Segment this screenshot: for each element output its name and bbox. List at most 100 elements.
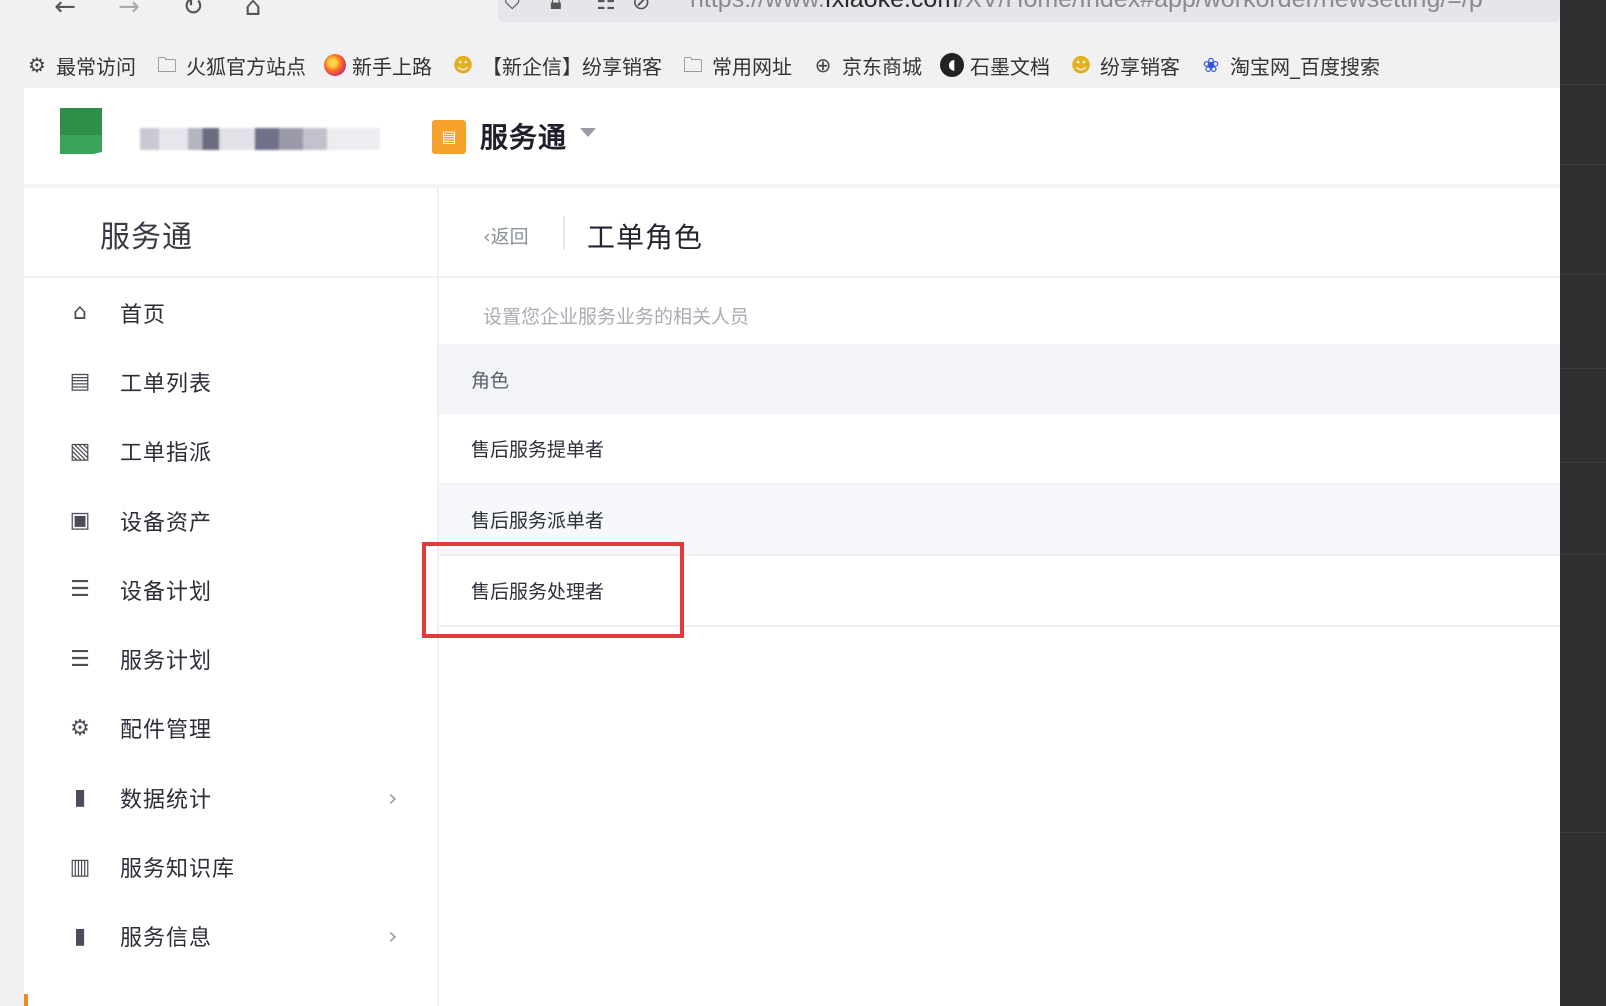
book-icon: ▥ [69, 854, 91, 880]
bookmark-item[interactable]: ☻ 【新企信】纷享销客 [450, 51, 662, 80]
folder-icon: 🗀 [683, 53, 703, 77]
url-bar[interactable]: ⛉ 🔒︎ ☷ ⊘ https://www.fxiaoke.com/XV/Home… [498, 0, 1560, 22]
sidebar-item[interactable]: ⌂ 首页 [24, 278, 437, 347]
app-window: ▤ 服务通 服务通 ⌂ 首页 ▤ 工单列表 ▧ 工单指派 ▣ 设备资产 ☰ 设备计划 ☰ 服务计划 ⚙ 配… [24, 88, 1560, 1006]
gear-icon: ⚙ [28, 53, 46, 77]
tracking-icon[interactable]: ⊘ [632, 0, 650, 15]
back-label: 返回 [490, 226, 529, 248]
firefox-icon [324, 54, 346, 76]
url-domain: fxiaoke.com [825, 0, 958, 13]
sidebar-item-label: 服务计划 [120, 649, 213, 675]
company-name-blurred [140, 128, 380, 150]
bookmark-label: 淘宝网_百度搜索 [1230, 54, 1380, 79]
shimo-icon: ◖ [940, 53, 964, 77]
company-logo[interactable] [60, 108, 102, 162]
active-indicator [24, 994, 28, 1006]
bookmark-item[interactable]: ◖ 石墨文档 [940, 51, 1050, 80]
bookmark-label: 石墨文档 [970, 54, 1050, 79]
sidebar-item-label: 服务知识库 [120, 857, 236, 883]
strip-divider [1560, 164, 1606, 165]
sidebar-menu: ⌂ 首页 ▤ 工单列表 ▧ 工单指派 ▣ 设备资产 ☰ 设备计划 ☰ 服务计划 ⚙ 配件管理 ▮ 数据统计 › ▥… [24, 278, 437, 971]
sidebar-item-label: 设备资产 [120, 510, 213, 536]
lock-icon[interactable]: 🔒︎ [550, 0, 562, 15]
sidebar-item[interactable]: ☰ 服务计划 [24, 624, 437, 693]
sidebar-item[interactable]: ⚙ 配件管理 [24, 694, 437, 763]
sidebar-title: 服务通 [100, 220, 193, 255]
column-header-role: 角色 [471, 369, 510, 392]
mascot-icon: ☻ [1070, 53, 1092, 77]
device-card-icon: ▣ [69, 508, 91, 534]
page-title: 工单角色 [587, 221, 704, 254]
app-header: ▤ 服务通 [24, 88, 1560, 188]
bookmark-label: 火狐官方站点 [186, 54, 306, 79]
bookmark-label: 常用网址 [712, 54, 792, 79]
sidebar-item[interactable]: ▮ 数据统计 › [24, 763, 437, 832]
back-link[interactable]: ‹返回 [483, 222, 529, 249]
sidebar-item-label: 配件管理 [120, 718, 213, 744]
bookmark-label: 最常访问 [56, 54, 136, 79]
bookmarks-bar: ⚙ 最常访问 🗀 火狐官方站点 新手上路 ☻ 【新企信】纷享销客 🗀 常用网址 ⊕ 京东商… [24, 44, 1560, 86]
chevron-down-icon[interactable] [580, 128, 596, 137]
sidebar-item[interactable]: ▮ 服务信息 › [24, 902, 437, 971]
sidebar-item-label: 首页 [120, 302, 167, 328]
sidebar-item-label: 设备计划 [120, 579, 213, 605]
bar-chart-icon: ▮ [73, 923, 87, 949]
table-row[interactable]: 售后服务提单者 [439, 414, 1560, 485]
bookmark-item[interactable]: ⊕ 京东商城 [810, 51, 922, 80]
home-icon: ⌂ [73, 300, 87, 326]
strip-divider [1560, 832, 1606, 833]
back-arrow-icon[interactable]: ← [48, 0, 82, 22]
bookmark-item[interactable]: 🗀 常用网址 [680, 51, 792, 80]
chevron-right-icon[interactable]: › [388, 784, 398, 812]
sidebar-item[interactable]: ▤ 工单列表 [24, 347, 437, 416]
permissions-icon[interactable]: ☷ [596, 0, 616, 15]
sidebar-item[interactable]: ▣ 设备资产 [24, 486, 437, 555]
folder-icon: 🗀 [157, 53, 177, 77]
plan-icon: ☰ [70, 577, 90, 603]
mascot-icon: ☻ [452, 53, 474, 77]
role-name: 售后服务提单者 [471, 439, 605, 461]
sidebar: 服务通 ⌂ 首页 ▤ 工单列表 ▧ 工单指派 ▣ 设备资产 ☰ 设备计划 ☰ 服务计划 ⚙ 配件管理 ▮ 数据… [24, 188, 439, 1006]
bookmark-label: 京东商城 [842, 54, 922, 79]
highlight-box [422, 542, 684, 638]
forward-arrow-icon[interactable]: → [112, 0, 146, 22]
sidebar-item[interactable]: ▥ 服务知识库 [24, 832, 437, 901]
bookmark-item[interactable]: ❀ 淘宝网_百度搜索 [1198, 51, 1380, 80]
bookmark-label: 【新企信】纷享销客 [482, 54, 662, 79]
page-hint: 设置您企业服务业务的相关人员 [483, 306, 750, 328]
shield-icon[interactable]: ⛉ [504, 0, 521, 15]
sidebar-item-label: 工单指派 [120, 441, 213, 467]
strip-divider [1560, 84, 1606, 85]
bookmark-label: 新手上路 [352, 54, 432, 79]
browser-nav-row: ← → ↻ ⌂ ⛉ 🔒︎ ☷ ⊘ https://www.fxiaoke.com… [0, 0, 1560, 30]
url-prefix: https://www. [690, 0, 825, 13]
product-name[interactable]: 服务通 [480, 116, 567, 156]
chevron-left-icon: ‹ [483, 226, 491, 248]
strip-divider [1560, 274, 1606, 275]
parts-icon: ⚙ [70, 715, 90, 741]
url-path: /XV/Home/Index#app/workorder/newsetting/… [958, 0, 1483, 13]
home-icon[interactable]: ⌂ [236, 0, 270, 22]
plan-icon: ☰ [70, 646, 90, 672]
bookmark-item[interactable]: ☻ 纷享销客 [1068, 51, 1180, 80]
chevron-right-icon[interactable]: › [388, 922, 398, 950]
role-name: 售后服务派单者 [471, 510, 605, 532]
bookmark-item[interactable]: 🗀 火狐官方站点 [154, 51, 306, 80]
title-rule [439, 276, 1560, 278]
clipboard-icon: ▤ [69, 369, 91, 395]
table-header: 角色 [439, 344, 1560, 414]
bookmark-item[interactable]: 新手上路 [324, 51, 432, 80]
side-panel-strip [1560, 0, 1606, 1006]
url-text[interactable]: https://www.fxiaoke.com/XV/Home/Index#ap… [690, 0, 1483, 14]
assign-icon: ▧ [69, 438, 91, 464]
bookmark-item[interactable]: ⚙ 最常访问 [24, 51, 136, 80]
sidebar-item-label: 工单列表 [120, 371, 213, 397]
globe-icon: ⊕ [814, 53, 832, 77]
bookmark-label: 纷享销客 [1100, 54, 1180, 79]
sidebar-item[interactable]: ▧ 工单指派 [24, 417, 437, 486]
sidebar-item[interactable]: ☰ 设备计划 [24, 555, 437, 624]
strip-divider [1560, 462, 1606, 463]
product-icon[interactable]: ▤ [432, 120, 466, 154]
paw-icon: ❀ [1202, 53, 1220, 77]
reload-icon[interactable]: ↻ [176, 0, 210, 22]
